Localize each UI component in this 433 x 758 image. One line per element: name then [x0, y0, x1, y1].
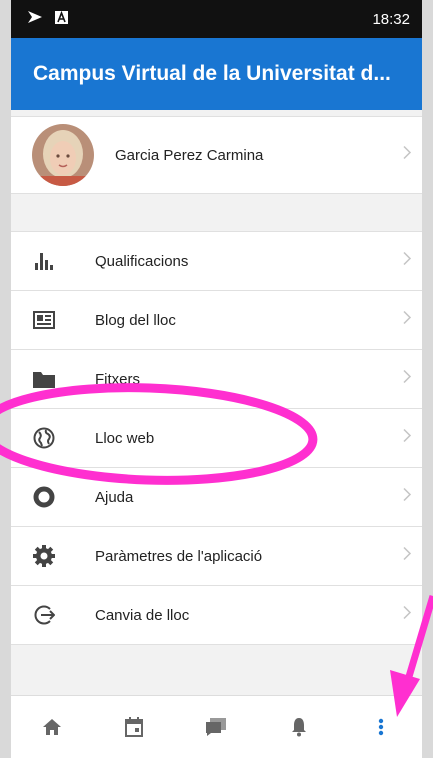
- menu-item-canvia-de-lloc[interactable]: Canvia de lloc: [11, 586, 422, 645]
- menu-item-label: Ajuda: [95, 488, 134, 506]
- user-name: Garcia Perez Carmina: [115, 146, 264, 164]
- bar-chart-icon: [30, 247, 58, 275]
- status-bar: 18:32: [11, 0, 422, 38]
- menu-item-label: Blog del lloc: [95, 311, 176, 329]
- menu-item-parametres[interactable]: Paràmetres de l'aplicació: [11, 527, 422, 586]
- phone-screen: 18:32 Campus Virtual de la Universitat d…: [11, 0, 422, 758]
- user-profile-row[interactable]: Garcia Perez Carmina: [11, 116, 422, 194]
- app-title: Campus Virtual de la Universitat d...: [33, 62, 391, 85]
- folder-icon: [30, 365, 58, 393]
- menu-item-blog[interactable]: Blog del lloc: [11, 291, 422, 350]
- chevron-right-icon: [402, 428, 412, 449]
- menu-item-lloc-web[interactable]: Lloc web: [11, 409, 422, 468]
- messages-icon[interactable]: [196, 707, 236, 747]
- play-icon: [27, 10, 43, 28]
- calendar-icon[interactable]: [114, 707, 154, 747]
- chevron-right-icon: [402, 369, 412, 390]
- menu-item-ajuda[interactable]: Ajuda: [11, 468, 422, 527]
- menu-item-label: Qualificacions: [95, 252, 189, 270]
- chevron-right-icon: [402, 487, 412, 508]
- menu-item-qualificacions[interactable]: Qualificacions: [11, 232, 422, 291]
- logout-icon: [30, 601, 58, 629]
- menu-item-label: Fitxers: [95, 370, 140, 388]
- bell-icon[interactable]: [279, 707, 319, 747]
- avatar: [32, 124, 94, 186]
- app-notification-icon: [55, 10, 68, 28]
- more-icon[interactable]: [361, 707, 401, 747]
- chevron-right-icon: [402, 546, 412, 567]
- status-time: 18:32: [372, 10, 410, 28]
- gear-icon: [30, 542, 58, 570]
- chevron-right-icon: [402, 605, 412, 626]
- chevron-right-icon: [402, 145, 412, 166]
- lifebuoy-icon: [30, 483, 58, 511]
- main-menu: Qualificacions Blog del lloc Fitxers Llo…: [11, 231, 422, 645]
- newspaper-icon: [30, 306, 58, 334]
- app-bar: Campus Virtual de la Universitat d...: [11, 38, 422, 110]
- chevron-right-icon: [402, 310, 412, 331]
- menu-item-label: Lloc web: [95, 429, 155, 447]
- chevron-right-icon: [402, 251, 412, 272]
- menu-item-label: Paràmetres de l'aplicació: [95, 547, 263, 565]
- globe-icon: [30, 424, 58, 452]
- bottom-navigation: [11, 695, 422, 758]
- home-icon[interactable]: [32, 707, 72, 747]
- menu-item-fitxers[interactable]: Fitxers: [11, 350, 422, 409]
- menu-item-label: Canvia de lloc: [95, 606, 190, 624]
